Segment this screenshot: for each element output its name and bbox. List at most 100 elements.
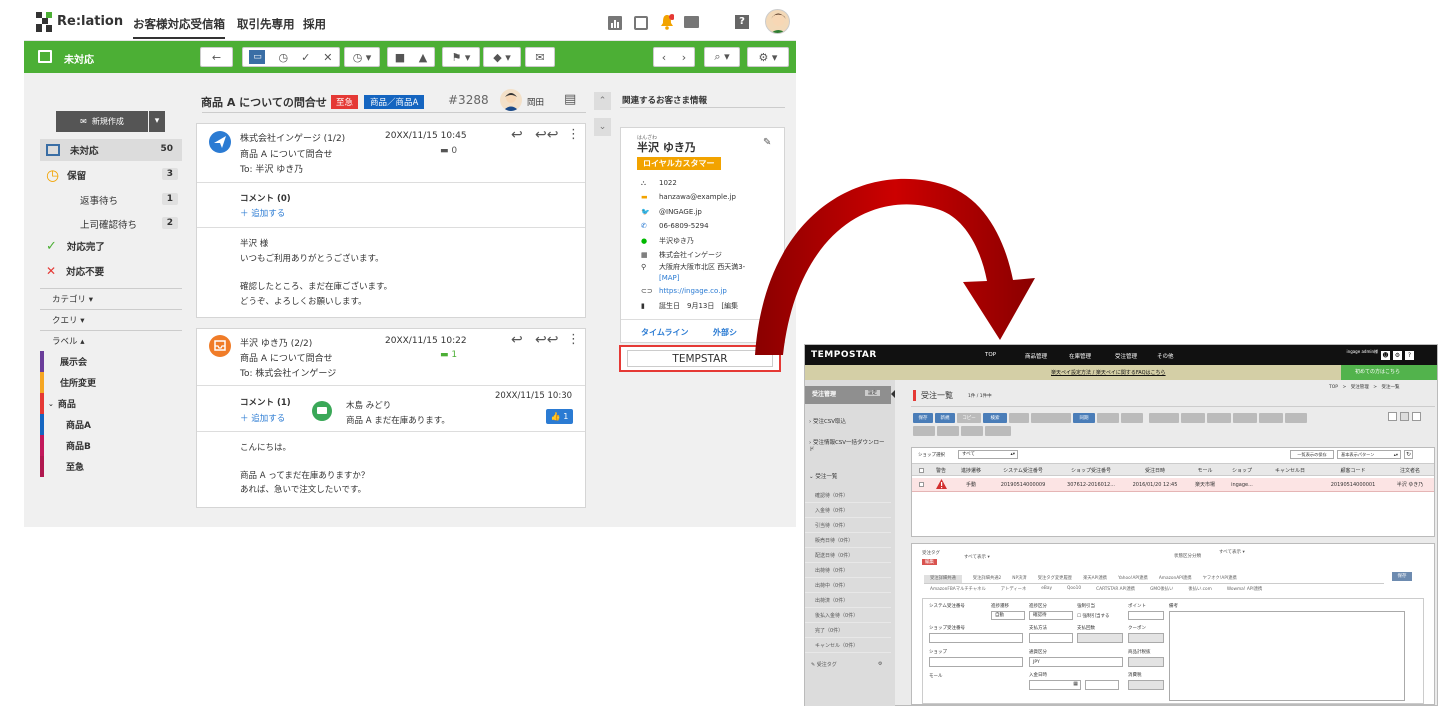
coupon-input[interactable] [1128,633,1164,643]
view-split-icon[interactable] [1412,412,1421,421]
product-tag[interactable]: 商品／商品A [364,95,425,109]
payment-select[interactable] [1029,633,1073,643]
tab-yafuoku[interactable]: ヤフオク!API連携 [1203,575,1237,583]
remarks-textarea[interactable] [1169,611,1405,701]
tag-button[interactable]: ◆ ▾ [483,47,521,67]
help-icon[interactable]: ? [1405,351,1414,360]
sidebar-sub-item[interactable]: 完了（0件） [805,623,891,638]
delete-spam-group[interactable]: ■ ▲ [387,47,435,67]
payment-time-input[interactable] [1085,680,1119,690]
label-item[interactable]: 展示会 [40,351,182,372]
sidebar-sub-item[interactable]: 出荷済（0件） [805,593,891,608]
print-icon[interactable]: ▤ [564,92,576,107]
tab-amazon[interactable]: AmazonAPI連携 [1159,575,1192,583]
col-shop-id[interactable]: ショップ受注番号 [1058,464,1124,476]
col-orderer-name[interactable]: 注文者名 [1386,464,1434,476]
sidebar-csv-download[interactable]: › 受注情報CSV一括ダウンロード [809,440,889,454]
row-checkbox[interactable] [914,479,928,490]
inbox-status-icon[interactable]: ▭ [249,50,266,64]
sidebar-item-awaiting-reply[interactable]: 返事待ち 1 [40,189,182,211]
sidebar-sub-item[interactable]: 出荷待（0件） [805,563,891,578]
flag-button[interactable]: ⚑ ▾ [442,47,480,67]
tab-wowma[interactable]: Wowma! API連携 [1227,586,1262,594]
sidebar-item-done[interactable]: ✓ 対応完了 [40,235,182,257]
new-message-dropdown[interactable]: ▾ [149,111,165,132]
chevron-left-icon[interactable]: ‹ [662,51,666,64]
new-message-button[interactable]: ✉ 新規作成 [56,111,148,132]
col-cancel-date[interactable]: キャンセル日 [1260,464,1320,476]
more-icon[interactable]: ⋮ [567,127,580,142]
urgent-tag[interactable]: 至急 [331,95,359,109]
reply-icon[interactable]: ↩ [511,127,523,143]
label-item[interactable]: 至急 [40,456,182,477]
sidebar-item-not-needed[interactable]: ✕ 対応不要 [40,260,182,282]
table-row[interactable]: 手動 20190514000009 307612-2016012... 2016… [912,478,1434,492]
sidebar-item-unhandled[interactable]: 未対応 50 [40,139,182,161]
notice-link[interactable]: 楽天ペイ設定方法 / 楽天ペイに関するFAQはこちら [1051,369,1166,376]
save-view-button[interactable]: 一覧表示の保存 [1290,450,1334,459]
sidebar-item-hold[interactable]: ◷ 保留 3 [40,164,182,186]
point-input[interactable] [1128,611,1164,620]
select-all-checkbox[interactable] [914,464,928,476]
col-warning[interactable]: 警告 [928,464,954,476]
edit-button[interactable]: 編集 [922,559,937,565]
tp-sync-button[interactable]: 同期 [1073,413,1095,423]
tab-np[interactable]: NP決済 [1012,575,1026,583]
tag-filter[interactable]: すべて表示 ▾ [964,554,990,560]
like-button[interactable]: 👍 1 [546,409,573,424]
payment-date-input[interactable]: ▦ [1029,680,1081,690]
user-avatar[interactable] [765,9,790,34]
col-shop[interactable]: ショップ [1224,464,1260,476]
sidebar-sub-item[interactable]: 後払入金待（0件） [805,608,891,623]
tab-ebay[interactable]: eBay [1041,586,1052,594]
bell-icon[interactable] [660,14,675,33]
pattern-select[interactable]: 基本表示パターン ▴▾ [1337,450,1401,459]
back-button[interactable]: ← [200,47,233,67]
shop-order-id-input[interactable] [929,633,1023,643]
tp-search-button[interactable]: 検索 [983,413,1007,423]
chat-icon[interactable] [684,16,699,28]
tab-cartstar[interactable]: CARTSTAR API連携 [1096,586,1135,594]
sidebar-sub-item[interactable]: 出荷中（0件） [805,578,891,593]
nav-other[interactable]: その他 [1157,352,1174,360]
detail-save-button[interactable]: 保存 [1392,572,1412,581]
tab-detail-common2[interactable]: 受注詳細共通2 [973,575,1002,583]
sidebar-settings[interactable]: 設定 [865,390,880,396]
sidebar-sub-item[interactable]: キャンセル（0件） [805,638,891,653]
tab-fba[interactable]: AmazonFBAマルチチャネル [930,586,986,594]
collapse-icon[interactable] [891,390,895,398]
tax-input[interactable] [1128,680,1164,690]
settings-button[interactable]: ⚙ ▾ [747,47,789,67]
close-icon[interactable]: ✕ [323,51,332,64]
chevron-up-icon[interactable]: ⌃ [594,92,611,110]
sidebar-csv-import[interactable]: › 受注CSV取込 [809,417,846,425]
shop-select[interactable] [929,657,1023,667]
search-button[interactable]: ⌕ ▾ [704,47,740,67]
nav-stock[interactable]: 在庫管理 [1069,352,1091,360]
tab-atodine[interactable]: アトディーネ [1001,586,1026,594]
map-link[interactable]: [MAP] [659,274,680,282]
more-icon[interactable]: ⋮ [567,332,580,347]
installments-select[interactable] [1077,633,1123,643]
col-mall[interactable]: モール [1186,464,1224,476]
tab-gmo[interactable]: GMO後払い [1150,586,1173,594]
sidebar-sub-item[interactable]: 確認待（0件） [805,488,891,503]
gear-icon[interactable]: ⚙ [878,661,882,667]
nav-products[interactable]: 商品管理 [1025,352,1047,360]
customer-twitter[interactable]: @INGAGE.jp [659,208,702,216]
tab-rakuten[interactable]: 楽天API連携 [1083,575,1107,583]
customer-url[interactable]: https://ingage.co.jp [659,287,727,295]
view-grid-icon[interactable] [1400,412,1409,421]
label-item[interactable]: 住所変更 [40,372,182,393]
tp-new-button[interactable]: 新規 [935,413,955,423]
tab-inbox[interactable]: お客様対応受信箱 [133,16,225,39]
force-alloc-checkbox[interactable]: ☐ 強制引当する [1077,613,1109,619]
tab-qoo10[interactable]: Qoo10 [1067,586,1081,594]
tab-detail-common[interactable]: 受注詳細共通 [924,575,962,583]
clock-icon[interactable]: ◷ [278,51,288,64]
help-icon[interactable]: ? [735,15,749,29]
tab-atobarai[interactable]: 後払い.com [1188,586,1211,594]
sidebar-order-list[interactable]: ⌄ 受注一覧 [809,472,837,480]
col-progress[interactable]: 進捗遷移 [954,464,988,476]
edit-pencil-icon[interactable]: ✎ [763,137,771,148]
